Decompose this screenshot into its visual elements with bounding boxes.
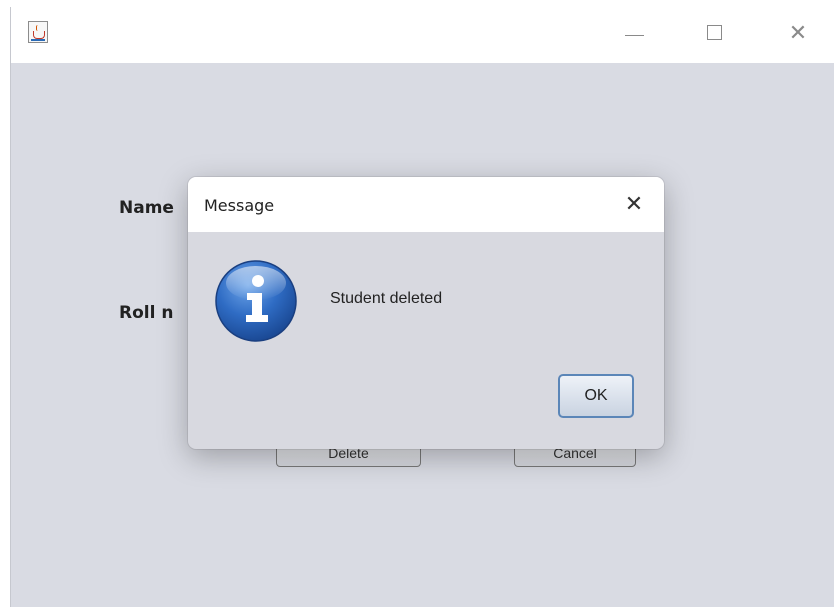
maximize-icon (707, 25, 722, 40)
close-icon: ✕ (788, 21, 808, 46)
dialog-message: Student deleted (330, 290, 443, 307)
dialog-titlebar[interactable]: Message ✕ (188, 177, 664, 232)
ok-button[interactable]: OK (558, 374, 634, 418)
maximize-button[interactable] (694, 17, 734, 51)
java-app-icon[interactable] (28, 21, 48, 43)
message-dialog: Message ✕ Student deleted OK (188, 177, 664, 449)
dialog-close-button[interactable]: ✕ (618, 189, 650, 221)
name-label: Name (119, 198, 174, 218)
dialog-title: Message (204, 196, 275, 215)
minimize-button[interactable] (614, 17, 654, 51)
info-icon (215, 260, 297, 342)
window-titlebar[interactable]: ✕ (11, 7, 834, 63)
window-close-button[interactable]: ✕ (778, 17, 818, 51)
minimize-icon (625, 35, 644, 36)
roll-number-label: Roll n (119, 303, 174, 323)
